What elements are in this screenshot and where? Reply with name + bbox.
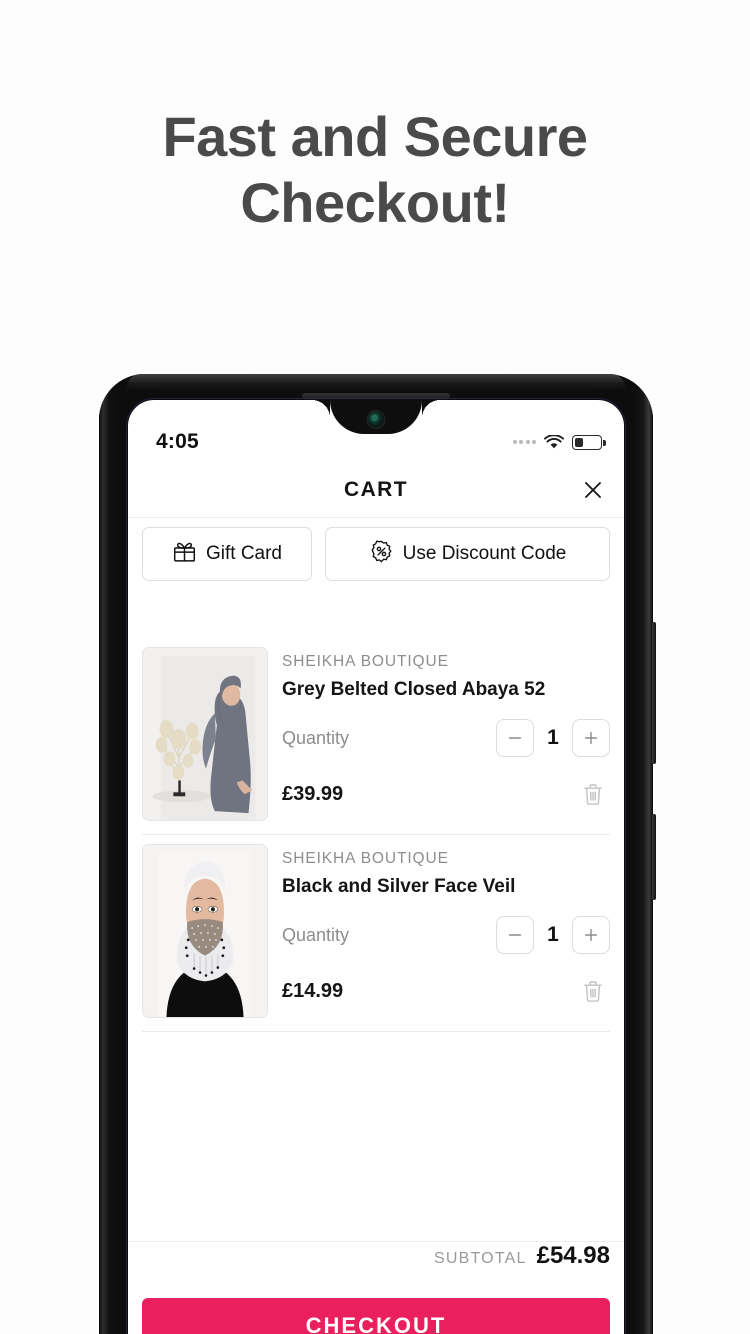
list-divider [142,1031,610,1032]
price-row: £39.99 [282,777,610,811]
subtotal-value: £54.98 [536,1242,610,1269]
quantity-stepper: 1 [496,719,610,757]
power-button[interactable] [652,814,656,900]
close-icon[interactable] [578,475,608,505]
volume-button[interactable] [652,622,656,764]
quantity-value: 1 [547,726,559,749]
gift-card-button[interactable]: Gift Card [142,527,312,581]
headline-line-2: Checkout! [240,171,510,234]
quantity-label: Quantity [282,924,350,945]
wifi-icon [544,433,564,450]
earpiece-speaker [302,393,450,399]
product-name: Black and Silver Face Veil [282,876,516,897]
cart-item: SHEIKHA BOUTIQUE Black and Silver Face V… [142,835,610,1018]
gift-card-label: Gift Card [205,543,283,564]
headline-line-1: Fast and Secure [162,105,588,168]
promo-button-row: Gift Card Use Discount Code [128,527,624,581]
increase-quantity-button[interactable] [572,916,610,954]
product-price: £14.99 [282,979,344,1002]
product-thumbnail[interactable] [142,647,268,821]
trash-icon[interactable] [576,974,610,1008]
status-indicators [512,433,606,450]
product-brand: SHEIKHA BOUTIQUE [282,653,449,670]
cart-footer: SUBTOTAL £54.98 CHECKOUT [128,1241,624,1334]
quantity-row: Quantity 1 [282,719,610,757]
page-title: Fast and Secure Checkout! [0,104,750,236]
subtotal-label: SUBTOTAL [434,1250,527,1267]
quantity-row: Quantity 1 [282,916,610,954]
increase-quantity-button[interactable] [572,719,610,757]
cart-item-details: SHEIKHA BOUTIQUE Black and Silver Face V… [282,844,610,1018]
price-row: £14.99 [282,974,610,1008]
quantity-label: Quantity [282,727,350,748]
decrease-quantity-button[interactable] [496,719,534,757]
status-clock: 4:05 [156,430,199,453]
cart-item-list: SHEIKHA BOUTIQUE Grey Belted Closed Abay… [128,638,624,1032]
subtotal-row: SUBTOTAL £54.98 [142,1242,610,1298]
product-brand: SHEIKHA BOUTIQUE [282,850,449,867]
app-header: CART [128,462,624,518]
use-discount-code-button[interactable]: Use Discount Code [325,527,610,581]
checkout-button[interactable]: CHECKOUT [142,1298,610,1334]
phone-top-bezel [127,374,625,390]
phone-mockup: 4:05 CART Gift Card Use Discount Code SH… [99,374,656,1334]
cart-item-details: SHEIKHA BOUTIQUE Grey Belted Closed Abay… [282,647,610,821]
front-camera-icon [367,411,385,428]
product-thumbnail[interactable] [142,844,268,1018]
quantity-value: 1 [547,923,559,946]
quantity-stepper: 1 [496,916,610,954]
percent-badge-icon [369,539,394,570]
phone-screen: 4:05 CART Gift Card Use Discount Code SH… [128,400,624,1334]
product-name: Grey Belted Closed Abaya 52 [282,679,546,700]
battery-low-icon [572,434,606,450]
screen-title: CART [344,477,408,501]
gift-icon [172,539,197,570]
trash-icon[interactable] [576,777,610,811]
product-price: £39.99 [282,782,344,805]
signal-dots-icon [512,440,536,444]
decrease-quantity-button[interactable] [496,916,534,954]
promo-screenshot-page: Fast and Secure Checkout! 4:05 CART Gift… [0,0,750,1334]
cart-item: SHEIKHA BOUTIQUE Grey Belted Closed Abay… [142,638,610,821]
discount-code-label: Use Discount Code [402,543,567,564]
